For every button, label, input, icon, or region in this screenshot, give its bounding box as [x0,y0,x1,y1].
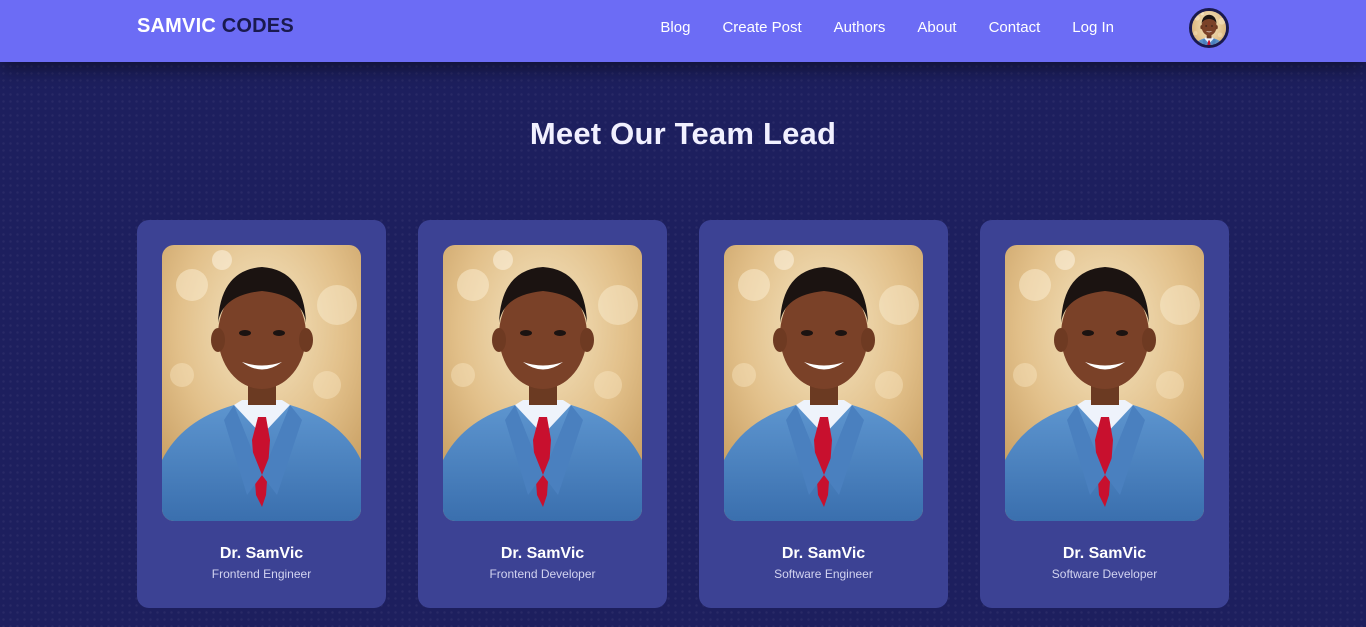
logo-part-codes: CODES [221,15,294,37]
team-card[interactable]: Dr. SamVic Software Developer [980,220,1229,608]
nav-link-blog[interactable]: Blog [660,19,690,36]
team-member-role: Software Developer [1051,567,1158,581]
team-member-photo [1005,245,1204,521]
team-card[interactable]: Dr. SamVic Software Engineer [699,220,948,608]
team-member-photo [162,245,361,521]
team-member-name: Dr. SamVic [500,545,585,562]
section-title: Meet Our Team Lead [529,116,837,151]
team-card[interactable]: Dr. SamVic Frontend Engineer [137,220,386,608]
team-member-name: Dr. SamVic [781,545,866,562]
navbar: SAMVIC CODES Blog Create Post Authors Ab… [0,0,1366,62]
nav-link-log-in[interactable]: Log In [1072,19,1114,36]
team-member-name: Dr. SamVic [1062,545,1147,562]
team-member-name: Dr. SamVic [219,545,304,562]
nav-link-authors[interactable]: Authors [834,19,886,36]
nav-link-create-post[interactable]: Create Post [722,19,801,36]
team-member-role: Frontend Engineer [211,567,312,581]
site-logo[interactable]: SAMVIC CODES [137,15,294,38]
nav-links: Blog Create Post Authors About Contact L… [660,0,1114,54]
team-card[interactable]: Dr. SamVic Frontend Developer [418,220,667,608]
nav-link-contact[interactable]: Contact [989,19,1041,36]
team-member-role: Frontend Developer [489,567,596,581]
user-avatar[interactable] [1189,8,1229,48]
logo-part-samvic: SAMVIC [137,15,216,37]
nav-link-about[interactable]: About [917,19,956,36]
team-member-role: Software Engineer [774,567,873,581]
team-member-photo [443,245,642,521]
team-member-photo [724,245,923,521]
